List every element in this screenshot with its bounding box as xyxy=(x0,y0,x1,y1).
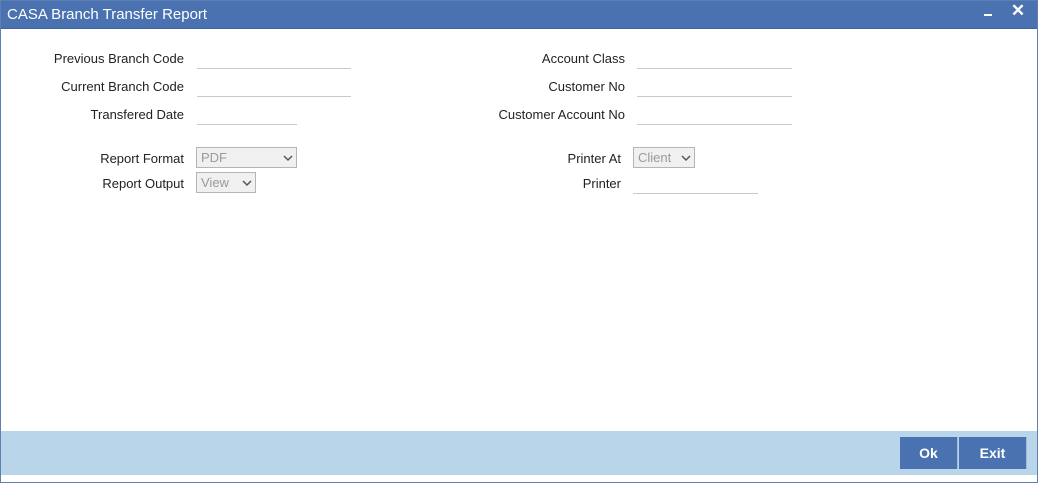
minimize-icon[interactable] xyxy=(977,1,999,27)
previous-branch-code-label: Previous Branch Code xyxy=(53,51,184,66)
customer-account-no-label: Customer Account No xyxy=(498,107,625,122)
report-window: CASA Branch Transfer Report ✕ Previous B… xyxy=(0,0,1038,483)
bottom-border xyxy=(1,475,1037,482)
exit-button[interactable]: Exit xyxy=(959,437,1027,469)
report-output-value: View xyxy=(201,175,229,190)
account-class-field[interactable] xyxy=(637,49,792,69)
window-title: CASA Branch Transfer Report xyxy=(7,6,208,23)
transfered-date-field[interactable] xyxy=(197,105,297,125)
chevron-down-icon xyxy=(242,180,252,187)
report-format-value: PDF xyxy=(201,150,227,165)
title-bar[interactable]: CASA Branch Transfer Report ✕ xyxy=(1,1,1037,29)
report-format-select[interactable]: PDF xyxy=(196,147,297,168)
previous-branch-code-field[interactable] xyxy=(197,49,351,69)
account-class-label: Account Class xyxy=(541,51,625,66)
chevron-down-icon xyxy=(283,155,293,162)
report-output-label: Report Output xyxy=(102,176,184,191)
transfered-date-label: Transfered Date xyxy=(90,107,184,122)
current-branch-code-field[interactable] xyxy=(197,77,351,97)
footer-bar: Ok Exit xyxy=(1,431,1037,475)
chevron-down-icon xyxy=(681,155,691,162)
printer-at-select[interactable]: Client xyxy=(633,147,695,168)
customer-account-no-field[interactable] xyxy=(637,105,792,125)
printer-label: Printer xyxy=(582,176,621,191)
current-branch-code-label: Current Branch Code xyxy=(61,79,184,94)
printer-at-value: Client xyxy=(638,150,672,165)
printer-at-label: Printer At xyxy=(567,151,621,166)
printer-field[interactable] xyxy=(633,174,758,194)
customer-no-field[interactable] xyxy=(637,77,792,97)
report-format-label: Report Format xyxy=(100,151,184,166)
customer-no-label: Customer No xyxy=(548,79,625,94)
close-icon[interactable]: ✕ xyxy=(1007,1,1029,27)
ok-button[interactable]: Ok xyxy=(900,437,958,469)
report-output-select[interactable]: View xyxy=(196,172,256,193)
